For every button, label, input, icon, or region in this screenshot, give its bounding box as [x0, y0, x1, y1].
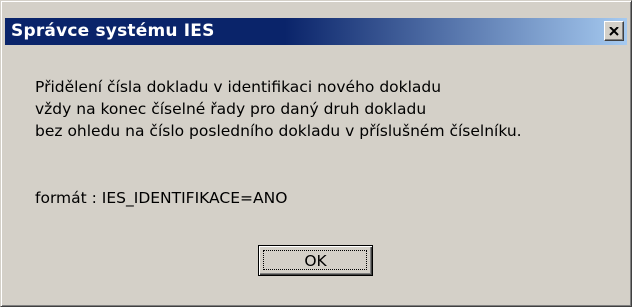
- message-line-1: Přidělení čísla dokladu v identifikaci n…: [35, 78, 442, 96]
- message-line-3: bez ohledu na číslo posledního dokladu v…: [35, 122, 522, 140]
- close-icon: [609, 26, 619, 36]
- close-button[interactable]: [604, 21, 624, 41]
- title-bar[interactable]: Správce systému IES: [5, 18, 627, 45]
- message-text: Přidělení čísla dokladu v identifikaci n…: [35, 76, 625, 142]
- focus-rectangle: [263, 250, 367, 270]
- message-line-2: vždy na konec číselné řady pro daný druh…: [35, 100, 427, 118]
- window-title: Správce systému IES: [11, 21, 215, 41]
- ok-button[interactable]: OK: [258, 245, 373, 276]
- format-text: formát : IES_IDENTIFIKACE=ANO: [35, 189, 288, 207]
- message-dialog: Správce systému IES Přidělení čísla dokl…: [0, 0, 632, 307]
